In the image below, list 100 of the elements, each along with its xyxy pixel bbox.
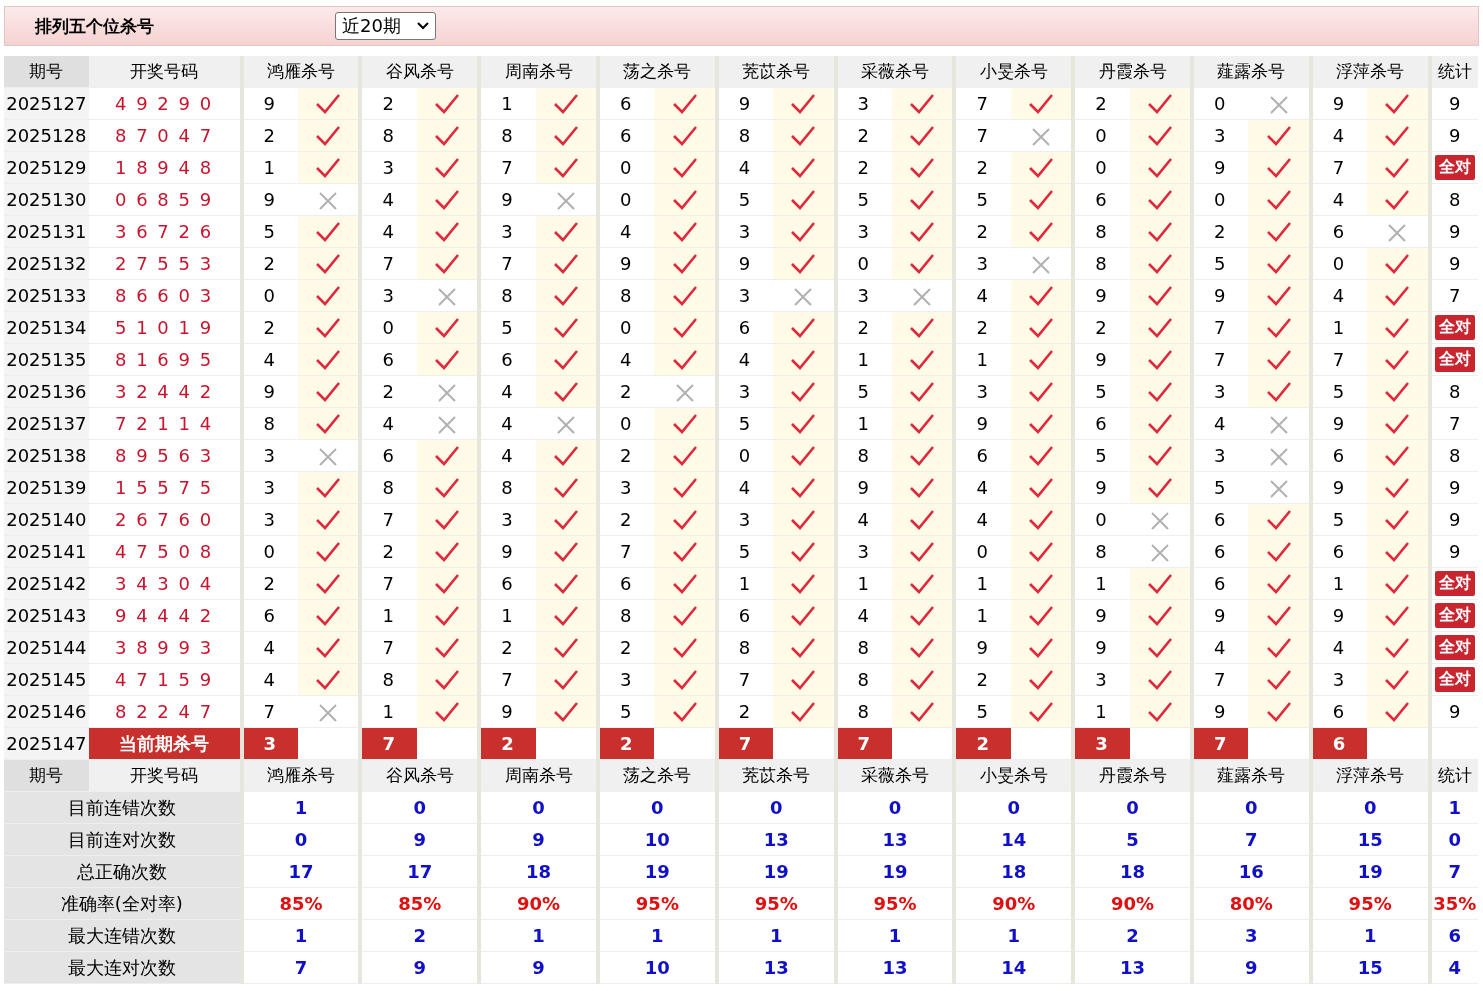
issue-cell: 2025128: [4, 119, 89, 152]
hit-count: 8: [1449, 189, 1461, 210]
stat-value: 0: [835, 791, 955, 824]
hit-count: 9: [1449, 125, 1461, 146]
hit-count: 9: [1449, 253, 1461, 274]
stat-value: 95%: [835, 887, 955, 920]
draw-number-cell: 2 6 7 6 0: [88, 503, 242, 536]
column-header: 茺苡杀号: [716, 759, 836, 792]
draw-number-cell: 3 4 3 0 4: [88, 567, 242, 600]
current-kill-number: 7: [360, 727, 417, 760]
column-header: 小旻杀号: [954, 56, 1074, 88]
stat-value: 19: [835, 855, 955, 888]
all-correct-badge: 全对: [1434, 635, 1475, 660]
stat-value: 95%: [1310, 887, 1430, 920]
stat-total: 1: [1429, 791, 1478, 824]
stat-value: 17: [241, 855, 361, 888]
stat-value: 9: [479, 951, 598, 984]
stat-total: 6: [1429, 919, 1478, 952]
all-correct-badge: 全对: [1434, 667, 1475, 692]
all-correct-badge: 全对: [1434, 315, 1475, 340]
column-header: 浮萍杀号: [1310, 56, 1430, 88]
stat-value: 9: [360, 951, 480, 984]
column-header: 丹霞杀号: [1073, 56, 1192, 88]
draw-number-cell: 4 9 2 9 0: [88, 87, 242, 120]
column-header: 谷风杀号: [360, 56, 480, 88]
kill-number-cell: 4: [360, 407, 417, 440]
issue-cell: 2025143: [4, 599, 89, 632]
draw-number-cell: 8 6 6 0 3: [88, 279, 242, 312]
draw-number-cell: 5 1 0 1 9: [88, 311, 242, 344]
hit-count: 8: [1449, 381, 1461, 402]
draw-number-cell: 8 2 2 4 7: [88, 695, 242, 728]
column-header: 开奖号码: [88, 759, 242, 792]
all-correct-badge: 全对: [1434, 571, 1475, 596]
hit-count: 8: [1449, 445, 1461, 466]
stat-value: 5: [1073, 823, 1192, 856]
issue-cell: 2025135: [4, 343, 89, 376]
stat-value: 19: [598, 855, 717, 888]
caret-icon: [416, 22, 429, 30]
stat-value: 13: [835, 823, 955, 856]
draw-number-cell: 1 8 9 4 8: [88, 151, 242, 184]
current-kill-number: 3: [1073, 727, 1130, 760]
stat-value: 2: [1073, 919, 1192, 952]
stat-value: 17: [360, 855, 480, 888]
issue-cell: 2025132: [4, 247, 89, 280]
draw-number-cell: 3 2 4 4 2: [88, 375, 242, 408]
stat-value: 15: [1310, 951, 1430, 984]
hit-count: 9: [1449, 541, 1461, 562]
stat-value: 9: [1191, 951, 1311, 984]
stat-label: 目前连错次数: [4, 791, 242, 824]
stat-value: 80%: [1191, 887, 1311, 920]
issue-cell: 2025145: [4, 663, 89, 696]
column-header: 期号: [4, 759, 89, 792]
stat-value: 95%: [716, 887, 836, 920]
kill-number-cell: 4: [1191, 407, 1249, 440]
issue-cell: 2025140: [4, 503, 89, 536]
stat-value: 0: [598, 791, 717, 824]
stat-total: 7: [1429, 855, 1478, 888]
stat-value: 0: [1191, 791, 1311, 824]
stat-value: 0: [954, 791, 1074, 824]
stat-value: 1: [598, 919, 717, 952]
hit-count: 9: [1449, 221, 1461, 242]
stat-value: 14: [954, 823, 1074, 856]
stat-value: 90%: [954, 887, 1074, 920]
column-header: 鸿雁杀号: [241, 759, 361, 792]
kill-number-cell: 3: [1191, 439, 1249, 472]
stat-value: 1: [954, 919, 1074, 952]
stat-value: 90%: [1073, 887, 1192, 920]
stat-value: 13: [716, 951, 836, 984]
period-select[interactable]: 近20期: [335, 12, 436, 40]
column-header: 鸿雁杀号: [241, 56, 361, 88]
stat-value: 1: [716, 919, 836, 952]
kill-number-cell: 9: [241, 183, 298, 216]
column-header: 茺苡杀号: [716, 56, 836, 88]
kill-number-cell: 3: [360, 279, 417, 312]
draw-number-cell: 8 9 5 6 3: [88, 439, 242, 472]
stat-label: 总正确次数: [4, 855, 242, 888]
issue-cell: 2025138: [4, 439, 89, 472]
current-kill-number: 7: [716, 727, 774, 760]
current-label: 当前期杀号: [88, 727, 242, 760]
stat-value: 13: [835, 951, 955, 984]
stat-value: 14: [954, 951, 1074, 984]
stat-label: 目前连对次数: [4, 823, 242, 856]
stat-value: 0: [360, 791, 480, 824]
kill-number-cell: 0: [1073, 503, 1130, 536]
current-kill-number: 2: [954, 727, 1011, 760]
stat-value: 19: [716, 855, 836, 888]
stat-value: 1: [835, 919, 955, 952]
stat-value: 9: [479, 823, 598, 856]
issue-cell: 2025134: [4, 311, 89, 344]
current-kill-number: 2: [598, 727, 655, 760]
current-kill-number: 2: [479, 727, 536, 760]
issue-cell: 2025131: [4, 215, 89, 248]
stat-value: 1: [479, 919, 598, 952]
draw-number-cell: 8 7 0 4 7: [88, 119, 242, 152]
draw-number-cell: 2 7 5 5 3: [88, 247, 242, 280]
column-header: 周南杀号: [479, 56, 598, 88]
column-header: 小旻杀号: [954, 759, 1074, 792]
issue-cell: 2025137: [4, 407, 89, 440]
draw-number-cell: 9 4 4 4 2: [88, 599, 242, 632]
hit-count: 7: [1449, 285, 1461, 306]
